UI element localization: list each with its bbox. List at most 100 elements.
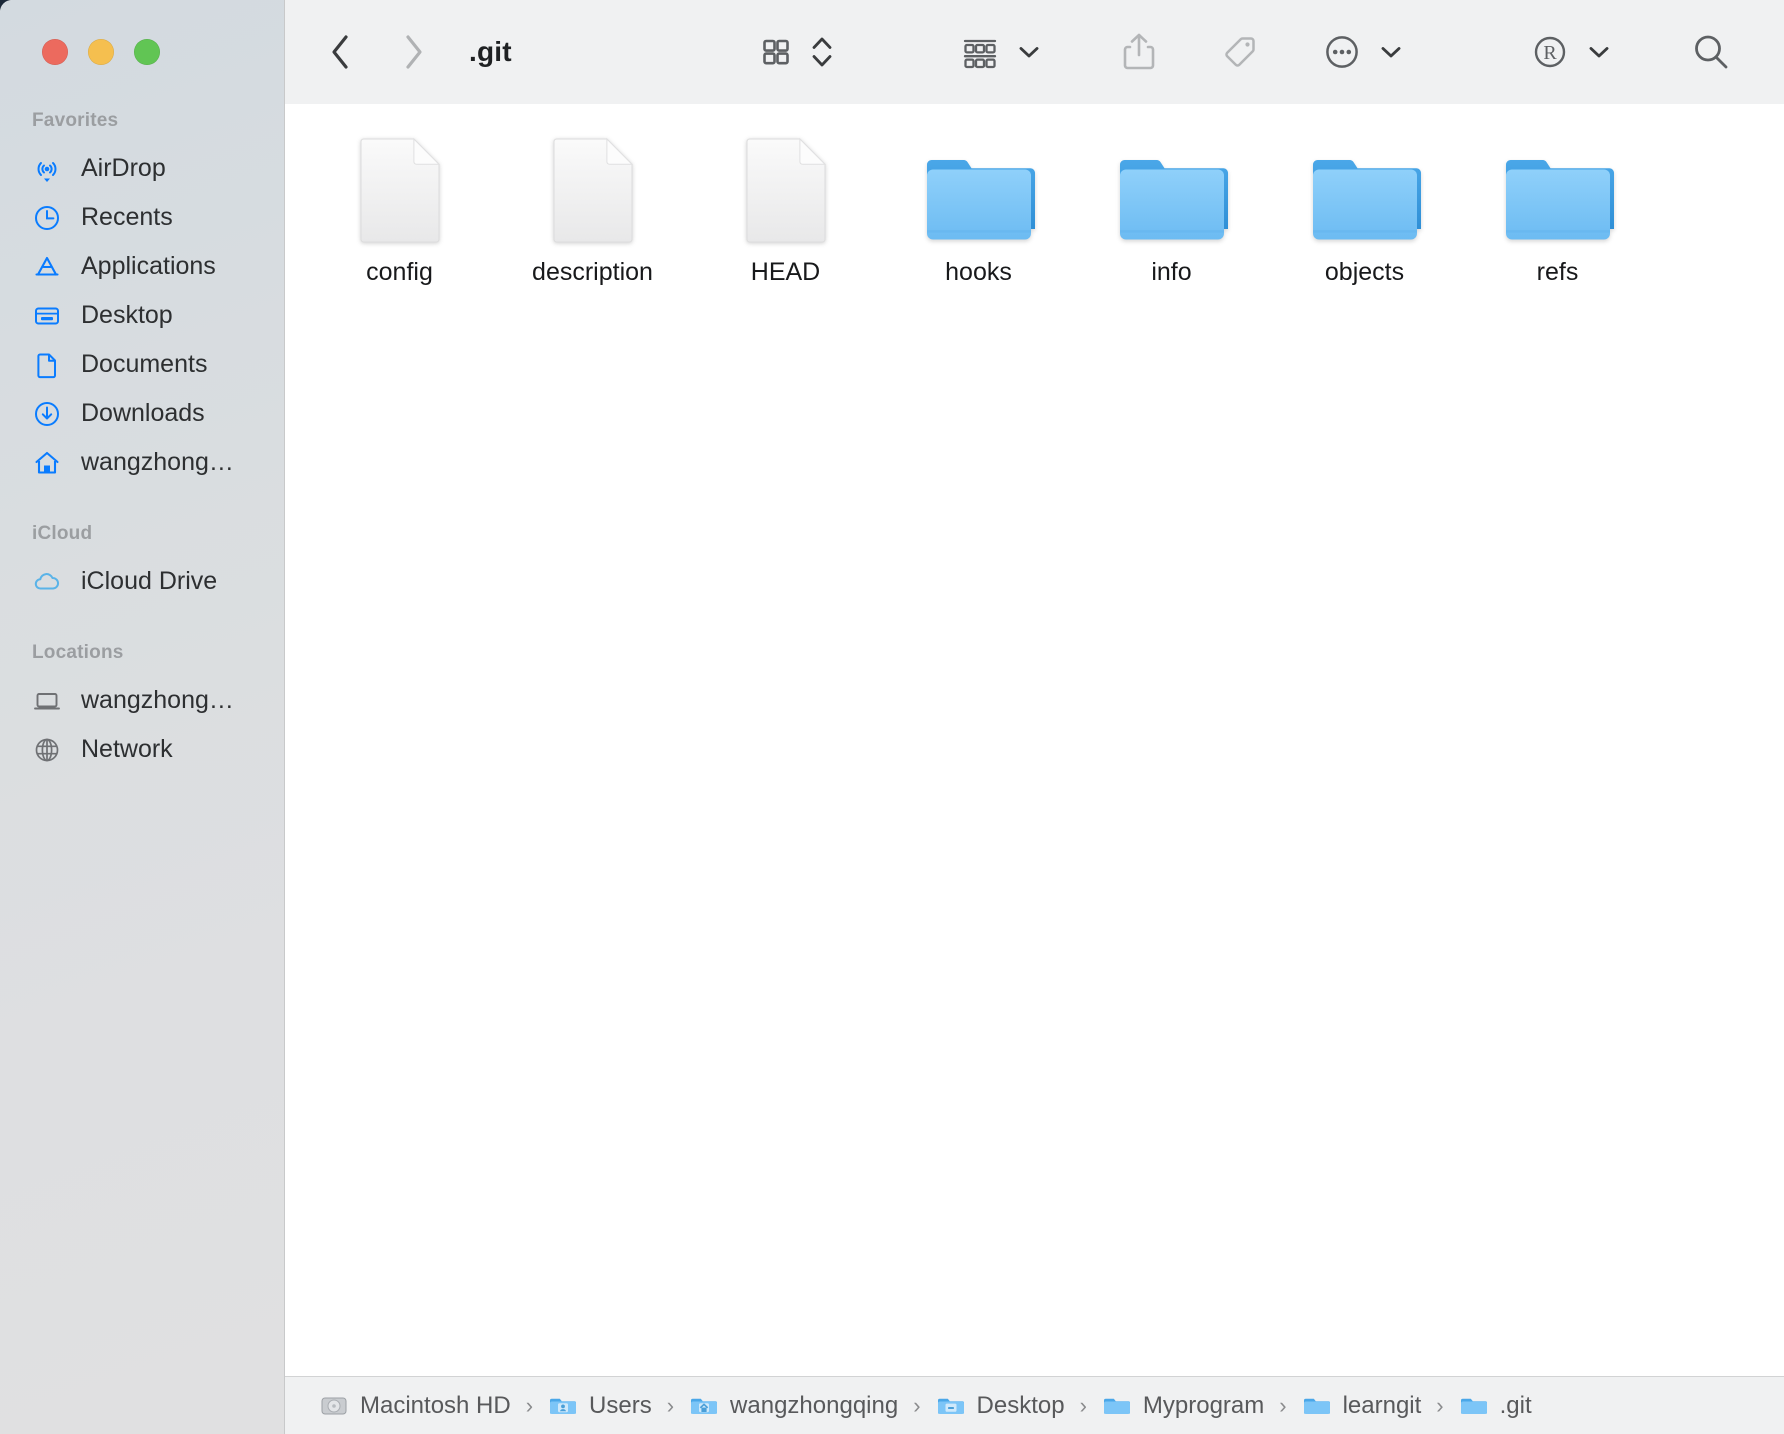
breadcrumb-label: wangzhongqing [730,1391,899,1419]
sidebar-item-home[interactable]: wangzhong… [0,438,284,487]
toolbar: .git R [285,0,1784,104]
breadcrumb-item[interactable]: .git [1459,1391,1532,1421]
laptop-icon [32,686,62,716]
search-button[interactable] [1682,26,1740,78]
users-folder-icon [550,1398,577,1414]
share-button[interactable] [1112,26,1166,78]
sidebar-item-label: Desktop [81,301,173,329]
sidebar-item-airdrop[interactable]: AirDrop [0,144,284,193]
airdrop-icon [32,154,62,184]
main-area: .git R config description HEAD hooks inf… [285,0,1784,1434]
breadcrumb-item[interactable]: learngit [1302,1391,1422,1421]
folder-icon [1309,126,1421,244]
desktop-icon [32,301,62,331]
folder-item[interactable]: info [1075,126,1268,287]
folder-label: hooks [945,258,1012,286]
more-options-button[interactable] [1314,26,1370,78]
file-icon [744,126,828,244]
minimize-button[interactable] [88,39,114,65]
clock-icon [32,203,62,233]
breadcrumb-separator: › [1079,1392,1087,1418]
forward-button[interactable] [397,31,431,73]
close-button[interactable] [42,39,68,65]
sidebar-item-label: wangzhong… [81,686,234,714]
home-icon [32,448,62,478]
desktop-folder-icon [937,1398,964,1414]
file-item[interactable]: description [496,126,689,287]
breadcrumb-separator: › [666,1392,675,1418]
sidebar-item-label: Applications [81,252,216,280]
applications-icon [32,252,62,282]
sidebar: Favorites AirDrop Recents Applications D… [0,0,285,1434]
document-icon [32,350,62,380]
file-label: config [366,258,433,286]
group-by-button[interactable] [952,26,1008,78]
action-chevron-icon[interactable] [1578,26,1620,78]
folder-label: refs [1536,258,1579,286]
folder-label: objects [1324,258,1405,286]
finder-window: Favorites AirDrop Recents Applications D… [0,0,1784,1434]
breadcrumb-item[interactable]: Users [548,1391,652,1421]
breadcrumb-label: .git [1499,1391,1532,1419]
folder-icon [923,126,1035,244]
file-item[interactable]: config [303,126,496,287]
group-by-chevron-icon[interactable] [1008,26,1050,78]
home-folder-icon [691,1398,718,1414]
sidebar-item-desktop[interactable]: Desktop [0,291,284,340]
sidebar-item-label: wangzhong… [81,448,234,476]
folder-item[interactable]: hooks [882,126,1075,287]
svg-text:R: R [1543,42,1557,64]
folder-icon [1460,1398,1487,1414]
sidebar-item-label: Downloads [81,399,205,427]
file-label: HEAD [750,258,821,286]
icon-grid: config description HEAD hooks info objec… [285,104,1784,317]
more-options-chevron-icon[interactable] [1370,26,1412,78]
breadcrumb-item[interactable]: Myprogram [1102,1391,1264,1421]
path-bar: Macintosh HD › Users › wangzhongqing › D… [285,1376,1784,1434]
sidebar-item-label: AirDrop [81,154,166,182]
sidebar-section-locations: Locations [32,642,124,663]
downloads-icon [32,399,62,429]
nav-buttons [323,31,431,73]
breadcrumb-label: learngit [1342,1391,1422,1419]
file-area[interactable]: config description HEAD hooks info objec… [285,104,1784,1376]
file-label: description [532,258,653,286]
maximize-button[interactable] [134,39,160,65]
sidebar-item-applications[interactable]: Applications [0,242,284,291]
sidebar-item-documents[interactable]: Documents [0,340,284,389]
sidebar-item-recents[interactable]: Recents [0,193,284,242]
folder-icon [1103,1398,1130,1414]
folder-item[interactable]: objects [1268,126,1461,287]
breadcrumb-separator: › [913,1392,921,1418]
sidebar-section-icloud: iCloud [32,523,93,544]
breadcrumb-item[interactable]: Macintosh HD [319,1391,511,1421]
view-stepper-button[interactable] [802,26,842,78]
sidebar-item-label: Network [81,735,173,763]
breadcrumb-item[interactable]: Desktop [936,1391,1065,1421]
breadcrumb-label: Macintosh HD [360,1391,511,1419]
cloud-icon [32,567,62,597]
folder-icon [1116,126,1228,244]
icon-view-button[interactable] [750,26,802,78]
tag-button[interactable] [1212,26,1268,78]
folder-item[interactable]: refs [1461,126,1654,287]
sidebar-section-favorites: Favorites [32,110,119,131]
network-icon [32,735,62,765]
sidebar-item-icloud-drive[interactable]: iCloud Drive [0,557,284,606]
sidebar-item-label: Documents [81,350,208,378]
breadcrumb-label: Myprogram [1142,1391,1265,1419]
breadcrumb-separator: › [525,1392,534,1418]
breadcrumb-item[interactable]: wangzhongqing [689,1391,898,1421]
file-item[interactable]: HEAD [689,126,882,287]
sidebar-item-computer[interactable]: wangzhong… [0,676,284,725]
breadcrumb-separator: › [1279,1392,1287,1418]
back-button[interactable] [323,31,357,73]
sidebar-item-label: iCloud Drive [81,567,218,595]
sidebar-item-network[interactable]: Network [0,725,284,774]
traffic-lights [0,0,284,104]
folder-label: info [1151,258,1192,286]
sidebar-item-downloads[interactable]: Downloads [0,389,284,438]
file-icon [551,126,635,244]
action-button[interactable]: R [1522,26,1578,78]
window-title: .git [469,36,512,67]
